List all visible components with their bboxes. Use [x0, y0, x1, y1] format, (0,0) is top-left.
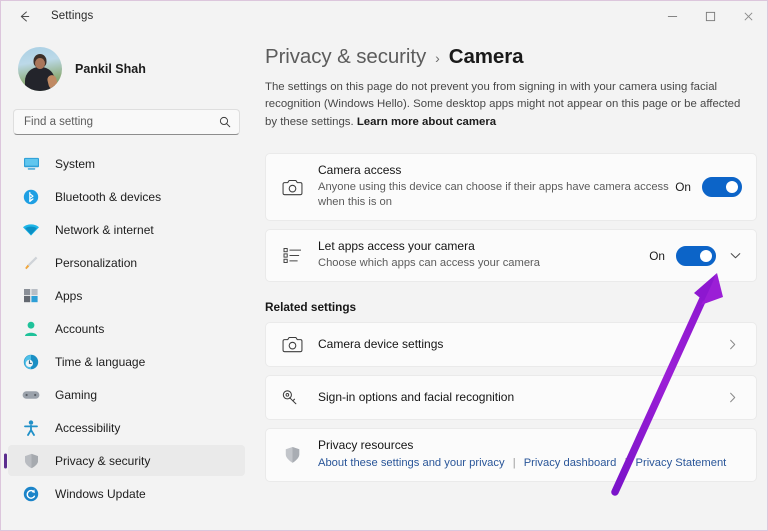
monitor-icon [20, 154, 42, 174]
row-title: Camera device settings [318, 336, 444, 351]
sidebar-item-apps[interactable]: Apps [8, 280, 245, 311]
camera-device-settings-row[interactable]: Camera device settings [265, 321, 757, 367]
card-title: Let apps access your camera [318, 239, 475, 254]
sidebar-item-network-internet[interactable]: Network & internet [8, 214, 245, 245]
privacy-resources-text: Privacy resources About these settings a… [318, 429, 756, 481]
sidebar-item-personalization[interactable]: Personalization [8, 247, 245, 278]
link-divider: | [624, 457, 628, 470]
sidebar-item-accessibility[interactable]: Accessibility [8, 412, 245, 443]
sidebar-item-label: Accounts [55, 321, 105, 336]
apps-grid-icon [20, 286, 42, 306]
privacy-resource-links: About these settings and your privacy | … [318, 455, 756, 471]
related-settings-heading: Related settings [265, 299, 357, 314]
shield-filled-icon [266, 446, 318, 464]
learn-more-link[interactable]: Learn more about camera [357, 116, 496, 128]
maximize-button[interactable] [691, 1, 729, 31]
camera-access-card: Camera access Anyone using this device c… [265, 152, 757, 222]
title-bar: Settings [1, 1, 767, 31]
search-icon [219, 116, 231, 128]
row-text: Sign-in options and facial recognition [318, 381, 726, 415]
sign-in-options-row[interactable]: Sign-in options and facial recognition [265, 374, 757, 420]
search-input[interactable] [24, 116, 219, 128]
page-description: The settings on this page do not prevent… [265, 79, 750, 131]
back-button[interactable] [7, 2, 41, 30]
sidebar: Pankil Shah Sys [2, 31, 254, 530]
main-content: Privacy & security › Camera The settings… [254, 31, 767, 530]
minimize-button[interactable] [653, 1, 691, 31]
page-description-text: The settings on this page do not prevent… [265, 81, 741, 128]
privacy-dashboard-link[interactable]: Privacy dashboard [524, 457, 617, 469]
let-apps-access-control: On [649, 245, 756, 266]
sidebar-item-label: Bluetooth & devices [55, 189, 162, 204]
let-apps-access-camera-toggle[interactable] [676, 245, 716, 266]
close-button[interactable] [729, 1, 767, 31]
sidebar-item-accounts[interactable]: Accounts [8, 313, 245, 344]
search-box[interactable] [13, 109, 240, 135]
sidebar-item-label: Accessibility [55, 420, 121, 435]
row-affordance [726, 391, 756, 404]
sidebar-item-bluetooth-devices[interactable]: Bluetooth & devices [8, 181, 245, 212]
avatar [18, 47, 62, 91]
sidebar-item-label: Time & language [55, 354, 146, 369]
camera-icon [266, 179, 318, 196]
sidebar-item-label: System [55, 156, 96, 171]
chevron-down-icon[interactable] [729, 249, 742, 262]
camera-access-toggle[interactable] [702, 177, 742, 198]
let-apps-access-text: Let apps access your camera Choose which… [318, 230, 649, 281]
gamepad-icon [20, 385, 42, 405]
let-apps-access-camera-card[interactable]: Let apps access your camera Choose which… [265, 229, 757, 282]
sidebar-item-label: Apps [55, 288, 83, 303]
sidebar-item-gaming[interactable]: Gaming [8, 379, 245, 410]
card-subtitle: Anyone using this device can choose if t… [318, 180, 669, 209]
settings-window: Settings Pankil Shah Find a setting Syst… [0, 0, 768, 531]
person-icon [20, 319, 42, 339]
account-section[interactable]: Pankil Shah [2, 31, 254, 95]
app-list-icon [266, 247, 318, 264]
about-settings-privacy-link[interactable]: About these settings and your privacy [318, 457, 505, 469]
wifi-icon [20, 220, 42, 240]
sidebar-item-windows-update[interactable]: Windows Update [8, 478, 245, 509]
chevron-right-icon[interactable] [726, 391, 742, 404]
accessibility-person-icon [20, 418, 42, 438]
key-icon [266, 389, 318, 406]
bluetooth-icon [20, 187, 42, 207]
camera-icon [266, 336, 318, 353]
sidebar-item-system[interactable]: System [8, 148, 245, 179]
row-text: Camera device settings [318, 328, 726, 362]
sidebar-item-label: Personalization [55, 255, 138, 270]
account-name: Pankil Shah [75, 62, 146, 76]
chevron-right-icon: › [435, 50, 440, 66]
sidebar-item-time-language[interactable]: Time & language [8, 346, 245, 377]
sidebar-item-privacy-security[interactable]: Privacy & security [8, 445, 245, 476]
camera-access-text: Camera access Anyone using this device c… [318, 154, 675, 220]
shield-icon [20, 451, 42, 471]
card-subtitle: Choose which apps can access your camera [318, 256, 540, 269]
clock-globe-icon [20, 352, 42, 372]
sidebar-item-label: Network & internet [55, 222, 154, 237]
update-refresh-icon [20, 484, 42, 504]
row-title: Privacy resources [318, 437, 414, 452]
paintbrush-icon [20, 253, 42, 273]
sidebar-item-label: Gaming [55, 387, 98, 402]
chevron-right-icon[interactable] [726, 338, 742, 351]
sidebar-item-label: Windows Update [55, 486, 146, 501]
breadcrumb-parent[interactable]: Privacy & security [265, 45, 426, 69]
privacy-statement-link[interactable]: Privacy Statement [636, 457, 727, 469]
toggle-state-label: On [649, 248, 665, 263]
toggle-state-label: On [675, 180, 691, 195]
window-controls [653, 1, 767, 31]
camera-access-control: On [675, 177, 756, 198]
breadcrumb: Privacy & security › Camera [254, 31, 767, 69]
row-affordance [726, 338, 756, 351]
sidebar-nav: System Bluetooth & devices Network & int… [2, 148, 254, 509]
page-title: Camera [448, 45, 524, 68]
link-divider: | [512, 457, 516, 470]
card-title: Camera access [318, 162, 402, 177]
sidebar-item-label: Privacy & security [55, 453, 151, 468]
app-title: Settings [51, 10, 94, 22]
row-title: Sign-in options and facial recognition [318, 389, 515, 404]
privacy-resources-row: Privacy resources About these settings a… [265, 427, 757, 482]
